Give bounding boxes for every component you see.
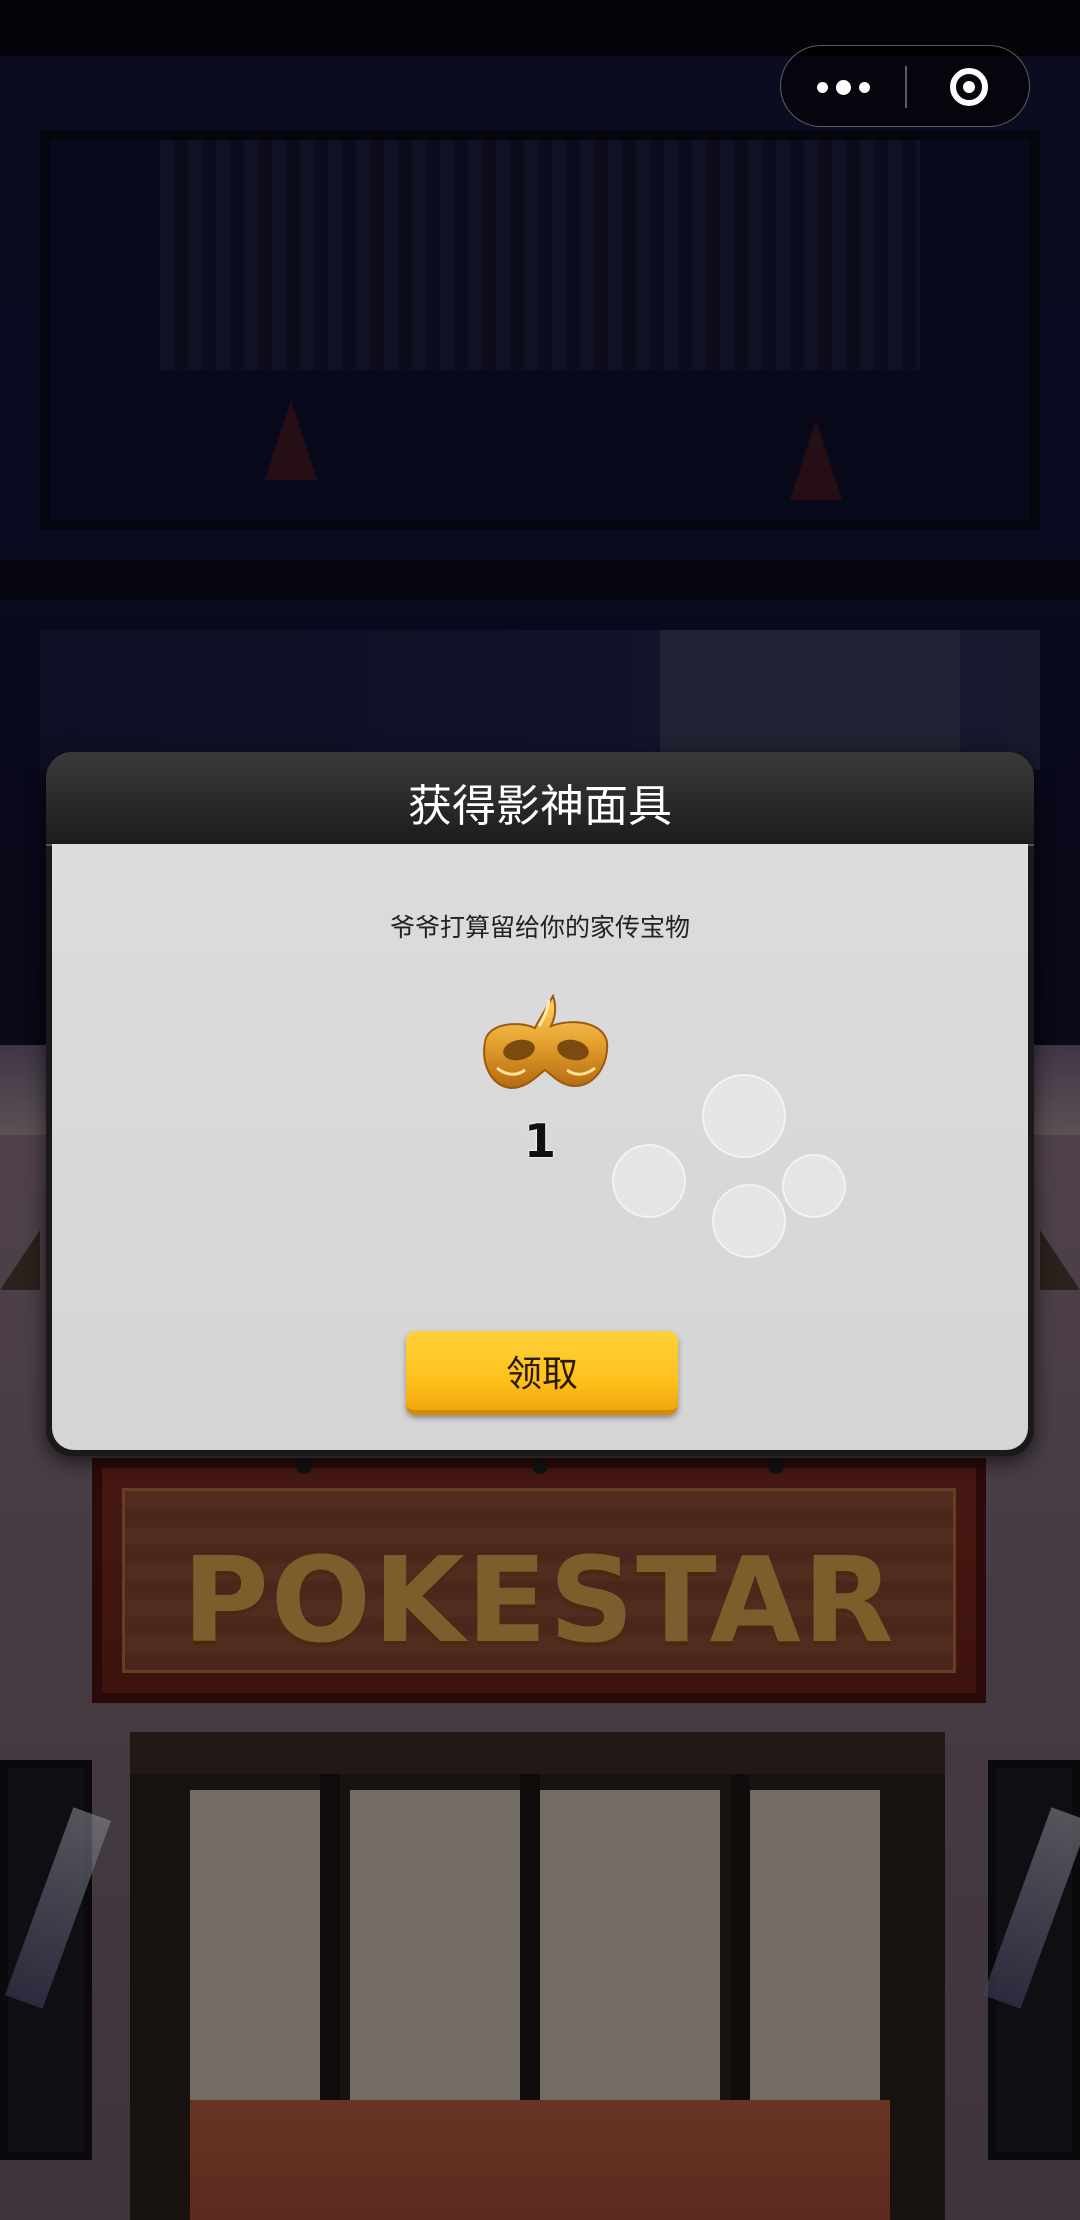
more-dots-icon [816,81,828,93]
reward-dialog: 获得影神面具 爷爷打算留给你的家传宝物 1 领取 [46,752,1034,1456]
reward-count: 1 [523,1114,556,1168]
more-button[interactable] [781,46,905,128]
more-dots-icon [835,79,851,95]
close-miniprogram-button[interactable] [907,46,1031,128]
dialog-title: 获得影神面具 [408,781,672,832]
reward-description: 爷爷打算留给你的家传宝物 [389,913,690,942]
miniprogram-capsule [780,45,1030,127]
claim-button-label: 领取 [505,1353,578,1395]
dialog-body: 爷爷打算留给你的家传宝物 1 领取 [52,844,1028,1450]
target-circle-icon [950,68,988,106]
decor-bubble [712,1184,786,1258]
more-dots-icon [858,81,870,93]
dialog-header: 获得影神面具 [46,752,1034,846]
claim-button[interactable]: 领取 [406,1331,678,1415]
golden-mask-icon [483,994,609,1090]
